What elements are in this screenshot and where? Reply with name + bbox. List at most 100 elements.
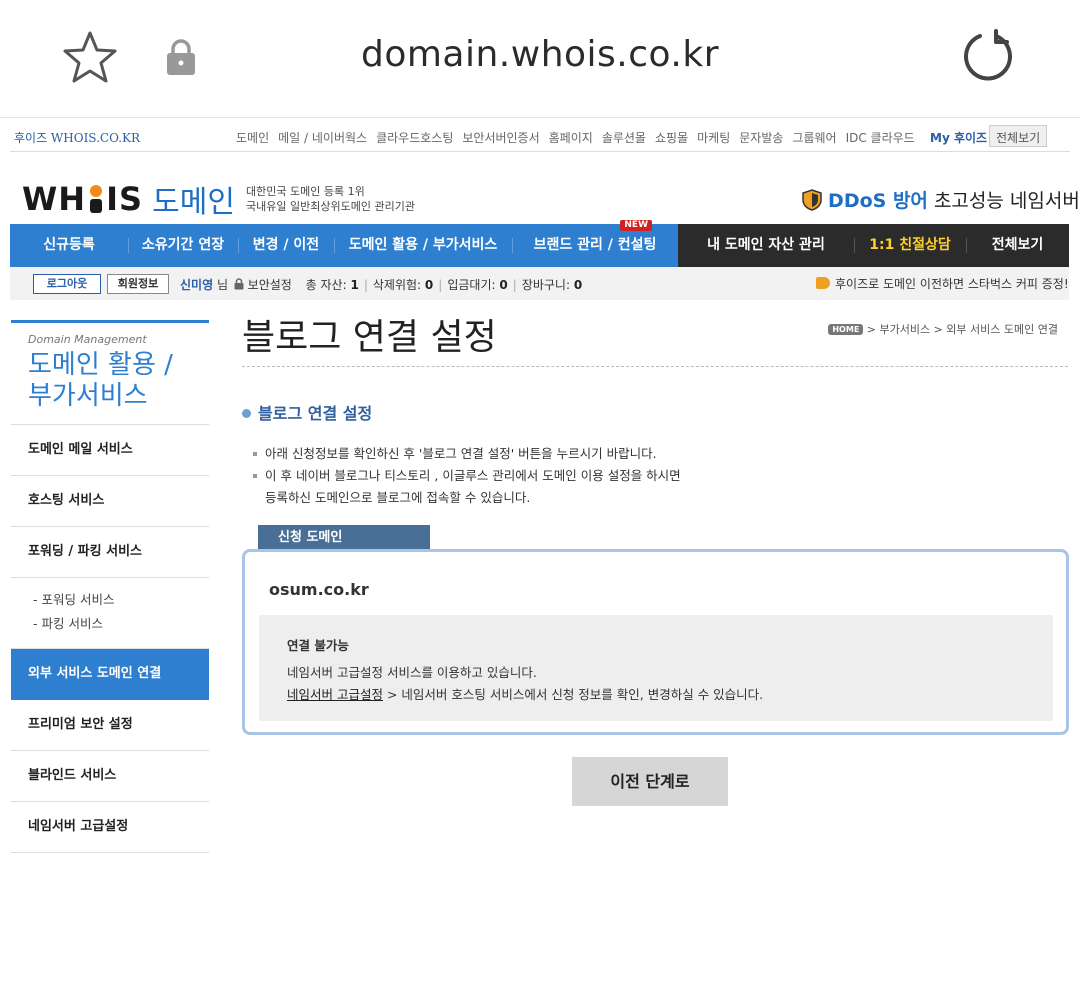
status-guide: 네임서버 고급설정 > 네임서버 호스팅 서비스에서 신청 정보를 확인, 변경… bbox=[287, 684, 1025, 706]
lock-icon bbox=[234, 278, 244, 290]
address-bar-url[interactable]: domain.whois.co.kr bbox=[0, 34, 1080, 75]
status-description: 네임서버 고급설정 서비스를 이용하고 있습니다. bbox=[287, 665, 537, 680]
logo-wordmark-wh: WH bbox=[22, 180, 87, 218]
deposit-count[interactable]: 0 bbox=[499, 278, 507, 292]
cart-label: 장바구니: bbox=[521, 278, 570, 292]
nav-new-registration[interactable]: 신규등록 bbox=[10, 224, 128, 267]
nav-renewal[interactable]: 소유기간 연장 bbox=[128, 224, 238, 267]
sidebar-item-premium-security[interactable]: 프리미엄 보안 설정 bbox=[11, 700, 209, 751]
family-site-menu: 도메인 메일 / 네이버웍스 클라우드호스팅 보안서버인증서 홈페이지 솔루션몰 쇼핑몰 마케… bbox=[236, 129, 924, 146]
note-item: 이 후 네이버 블로그나 티스토리 , 이글루스 관리에서 도메인 이용 설정을… bbox=[252, 465, 1068, 509]
site-logo[interactable]: WH IS 도메인 대한민국 도메인 등록 1위 국내유일 일반최상위도메인 관리… bbox=[22, 177, 415, 221]
nav-my-assets[interactable]: 내 도메인 자산 관리 bbox=[678, 224, 854, 267]
reload-icon[interactable] bbox=[960, 28, 1018, 86]
util-menu-item[interactable]: 그룹웨어 bbox=[792, 131, 836, 145]
applied-domain-tab: 신청 도메인 bbox=[258, 525, 430, 550]
util-menu-item[interactable]: 메일 / 네이버웍스 bbox=[278, 131, 367, 145]
nav-brand-consulting-label: 브랜드 관리 / 컨설팅 bbox=[533, 237, 657, 253]
new-badge: NEW bbox=[620, 220, 652, 231]
page-title: 블로그 연결 설정 bbox=[242, 317, 497, 358]
sidebar-item-external-service[interactable]: 외부 서비스 도메인 연결 bbox=[11, 649, 209, 700]
util-menu-item[interactable]: 홈페이지 bbox=[549, 131, 593, 145]
member-info-button[interactable]: 회원정보 bbox=[107, 274, 169, 294]
user-name[interactable]: 신미영 bbox=[180, 278, 213, 292]
sidebar-title-ko: 도메인 활용 / 부가서비스 bbox=[28, 350, 209, 412]
promo-text: 후이즈로 도메인 이전하면 스타벅스 커피 증정! bbox=[835, 277, 1069, 291]
cart-count[interactable]: 0 bbox=[574, 278, 582, 292]
nav-consultation[interactable]: 1:1 친절상담 bbox=[854, 224, 966, 267]
all-view-button[interactable]: 전체보기 bbox=[989, 125, 1048, 147]
sidebar-item-domain-mail[interactable]: 도메인 메일 서비스 bbox=[11, 425, 209, 476]
logo-tagline: 대한민국 도메인 등록 1위 국내유일 일반최상위도메인 관리기관 bbox=[246, 184, 415, 214]
logo-question-mark-icon bbox=[87, 185, 105, 213]
util-menu-item[interactable]: 도메인 bbox=[236, 131, 269, 145]
nameserver-advanced-link[interactable]: 네임서버 고급설정 bbox=[287, 687, 383, 702]
shield-icon bbox=[802, 188, 822, 211]
status-panel: 연결 불가능 네임서버 고급설정 서비스를 이용하고 있습니다. 네임서버 고급… bbox=[259, 615, 1053, 721]
util-menu-item[interactable]: 클라우드호스팅 bbox=[376, 131, 453, 145]
sidebar-title-line1: 도메인 활용 / bbox=[28, 350, 173, 380]
site-brand-link[interactable]: 후이즈 WHOIS.CO.KR bbox=[14, 129, 140, 146]
ddos-bold-text: DDoS 방어 bbox=[828, 190, 928, 212]
note-line: 등록하신 도메인으로 블로그에 접속할 수 있습니다. bbox=[265, 490, 531, 505]
user-suffix: 님 bbox=[216, 278, 228, 292]
my-whois-link[interactable]: My 후이즈 bbox=[930, 129, 987, 146]
nav-secondary-group: 내 도메인 자산 관리 1:1 친절상담 전체보기 bbox=[678, 224, 1069, 267]
sidebar-header: Domain Management 도메인 활용 / 부가서비스 bbox=[11, 320, 209, 425]
member-summary: 신미영 님 보안설정 총 자산: 1 | 삭제위험: 0 | 입금대기: 0 | 장바구니:… bbox=[180, 276, 582, 293]
title-divider bbox=[242, 366, 1068, 367]
breadcrumb-home[interactable]: HOME bbox=[828, 324, 864, 335]
member-status-bar: 로그아웃 회원정보 신미영 님 보안설정 총 자산: 1 | 삭제위험: 0 | 입금대… bbox=[10, 267, 1069, 300]
util-menu-item[interactable]: 문자발송 bbox=[739, 131, 783, 145]
status-guide-text: > 네임서버 호스팅 서비스에서 신청 정보를 확인, 변경하실 수 있습니다. bbox=[382, 687, 764, 702]
util-menu-item[interactable]: 솔루션몰 bbox=[602, 131, 646, 145]
tagline-line1: 대한민국 도메인 등록 1위 bbox=[246, 185, 365, 198]
domain-info-box: osum.co.kr 연결 불가능 네임서버 고급설정 서비스를 이용하고 있습… bbox=[242, 549, 1069, 735]
sidebar-subitem-forwarding[interactable]: - 포워딩 서비스 bbox=[33, 588, 209, 612]
speaker-icon bbox=[816, 277, 830, 289]
instruction-notes: 아래 신청정보를 확인하신 후 '블로그 연결 설정' 버튼을 누르시기 바랍니… bbox=[252, 443, 1068, 509]
delete-risk-count[interactable]: 0 bbox=[425, 278, 433, 292]
main-navigation: 신규등록 소유기간 연장 변경 / 이전 도메인 활용 / 부가서비스 브랜드 … bbox=[10, 220, 1069, 267]
assets-count[interactable]: 1 bbox=[350, 278, 358, 292]
logo-domain-text: 도메인 bbox=[152, 185, 235, 220]
sidebar-subitems: - 포워딩 서비스 - 파킹 서비스 bbox=[11, 578, 209, 649]
nav-primary-group: 신규등록 소유기간 연장 변경 / 이전 도메인 활용 / 부가서비스 브랜드 … bbox=[10, 220, 678, 267]
section-title: 블로그 연결 설정 bbox=[242, 400, 1068, 424]
sidebar-item-hosting[interactable]: 호스팅 서비스 bbox=[11, 476, 209, 527]
domain-name: osum.co.kr bbox=[269, 580, 369, 599]
ddos-text: 초고성능 네임서버 bbox=[933, 190, 1080, 212]
tagline-line2: 국내유일 일반최상위도메인 관리기관 bbox=[246, 200, 415, 213]
logout-button[interactable]: 로그아웃 bbox=[33, 274, 101, 294]
assets-label: 총 자산: bbox=[305, 278, 347, 292]
sidebar-item-nameserver-advanced[interactable]: 네임서버 고급설정 bbox=[11, 802, 209, 853]
browser-toolbar: domain.whois.co.kr bbox=[0, 0, 1080, 118]
note-line: 이 후 네이버 블로그나 티스토리 , 이글루스 관리에서 도메인 이용 설정을… bbox=[265, 468, 681, 483]
nav-domain-services[interactable]: 도메인 활용 / 부가서비스 bbox=[334, 224, 512, 267]
nav-brand-consulting[interactable]: 브랜드 관리 / 컨설팅 NEW bbox=[512, 220, 678, 267]
logo-wordmark-is: IS bbox=[106, 180, 144, 218]
util-menu-item[interactable]: 마케팅 bbox=[697, 131, 730, 145]
breadcrumb-path: > 부가서비스 > 외부 서비스 도메인 연결 bbox=[866, 323, 1058, 336]
util-menu-item[interactable]: 쇼핑몰 bbox=[655, 131, 688, 145]
note-item: 아래 신청정보를 확인하신 후 '블로그 연결 설정' 버튼을 누르시기 바랍니… bbox=[252, 443, 1068, 465]
util-menu-item[interactable]: 보안서버인증서 bbox=[462, 131, 539, 145]
ddos-banner[interactable]: DDoS 방어 초고성능 네임서버 bbox=[802, 186, 1080, 213]
connection-status: 연결 불가능 bbox=[287, 638, 349, 653]
nav-all-view[interactable]: 전체보기 bbox=[966, 224, 1069, 267]
breadcrumb: HOME > 부가서비스 > 외부 서비스 도메인 연결 bbox=[828, 321, 1058, 337]
sidebar-subitem-parking[interactable]: - 파킹 서비스 bbox=[33, 612, 209, 636]
sidebar-title-en: Domain Management bbox=[28, 333, 147, 346]
sidebar-title-line2: 부가서비스 bbox=[28, 381, 148, 411]
sidebar-item-blind-service[interactable]: 블라인드 서비스 bbox=[11, 751, 209, 802]
previous-step-button[interactable]: 이전 단계로 bbox=[572, 757, 728, 806]
separator: | bbox=[363, 278, 368, 292]
main-content: 블로그 연결 설정 HOME > 부가서비스 > 외부 서비스 도메인 연결 블… bbox=[242, 310, 1069, 806]
security-settings-link[interactable]: 보안설정 bbox=[248, 278, 292, 292]
nav-change-transfer[interactable]: 변경 / 이전 bbox=[238, 224, 334, 267]
sidebar-item-forwarding-parking[interactable]: 포워딩 / 파킹 서비스 bbox=[11, 527, 209, 578]
deposit-label: 입금대기: bbox=[447, 278, 496, 292]
util-menu-item[interactable]: IDC 클라우드 bbox=[846, 131, 915, 145]
separator: | bbox=[512, 278, 517, 292]
promo-link[interactable]: 후이즈로 도메인 이전하면 스타벅스 커피 증정! bbox=[816, 275, 1069, 292]
